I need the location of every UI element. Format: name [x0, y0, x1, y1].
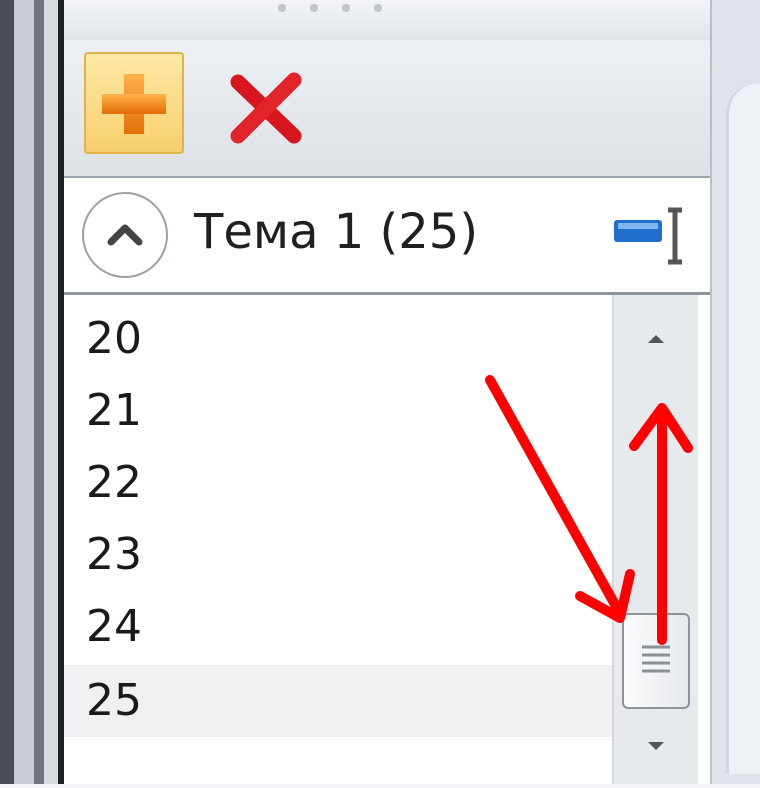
- window-border: [34, 0, 44, 784]
- scroll-thumb[interactable]: [622, 613, 690, 709]
- list-item[interactable]: 23: [64, 519, 612, 591]
- scroll-down-button[interactable]: [614, 715, 698, 784]
- list-item[interactable]: 22: [64, 447, 612, 519]
- group-title: Тема 1 (25): [194, 204, 479, 260]
- list-item[interactable]: 21: [64, 375, 612, 447]
- window-border: [44, 0, 58, 784]
- x-icon: [230, 72, 302, 144]
- group-header: Тема 1 (25): [64, 178, 710, 295]
- grip-lines-icon: [642, 645, 670, 673]
- list: 20 21 22 23 24 25: [64, 295, 612, 784]
- panel-top-strip: [64, 0, 710, 42]
- grip-dot: [278, 4, 286, 12]
- window-border: [14, 0, 34, 784]
- list-item-selected[interactable]: 25: [64, 665, 612, 737]
- chevron-up-icon: [107, 224, 143, 246]
- grip-dot: [374, 4, 382, 12]
- toolbar: [64, 40, 710, 178]
- column-chooser-button[interactable]: [610, 206, 694, 266]
- app-window: Тема 1 (25) 20 21 22 23 24 25: [0, 0, 760, 784]
- plus-icon: [102, 74, 166, 134]
- triangle-up-icon: [648, 335, 664, 343]
- collapse-button[interactable]: [82, 192, 168, 278]
- list-item[interactable]: 20: [64, 303, 612, 375]
- triangle-down-icon: [648, 742, 664, 750]
- window-border: [0, 0, 14, 784]
- grip-dot: [342, 4, 350, 12]
- group-panel: Тема 1 (25) 20 21 22 23 24 25: [64, 178, 710, 784]
- grip-dot: [310, 4, 318, 12]
- side-panel-inner: [726, 84, 760, 774]
- add-button[interactable]: [84, 52, 184, 154]
- column-chooser-icon: [614, 207, 682, 265]
- scroll-up-button[interactable]: [614, 295, 698, 391]
- vertical-scrollbar[interactable]: [612, 295, 698, 784]
- delete-button[interactable]: [224, 66, 308, 150]
- list-item[interactable]: 24: [64, 591, 612, 663]
